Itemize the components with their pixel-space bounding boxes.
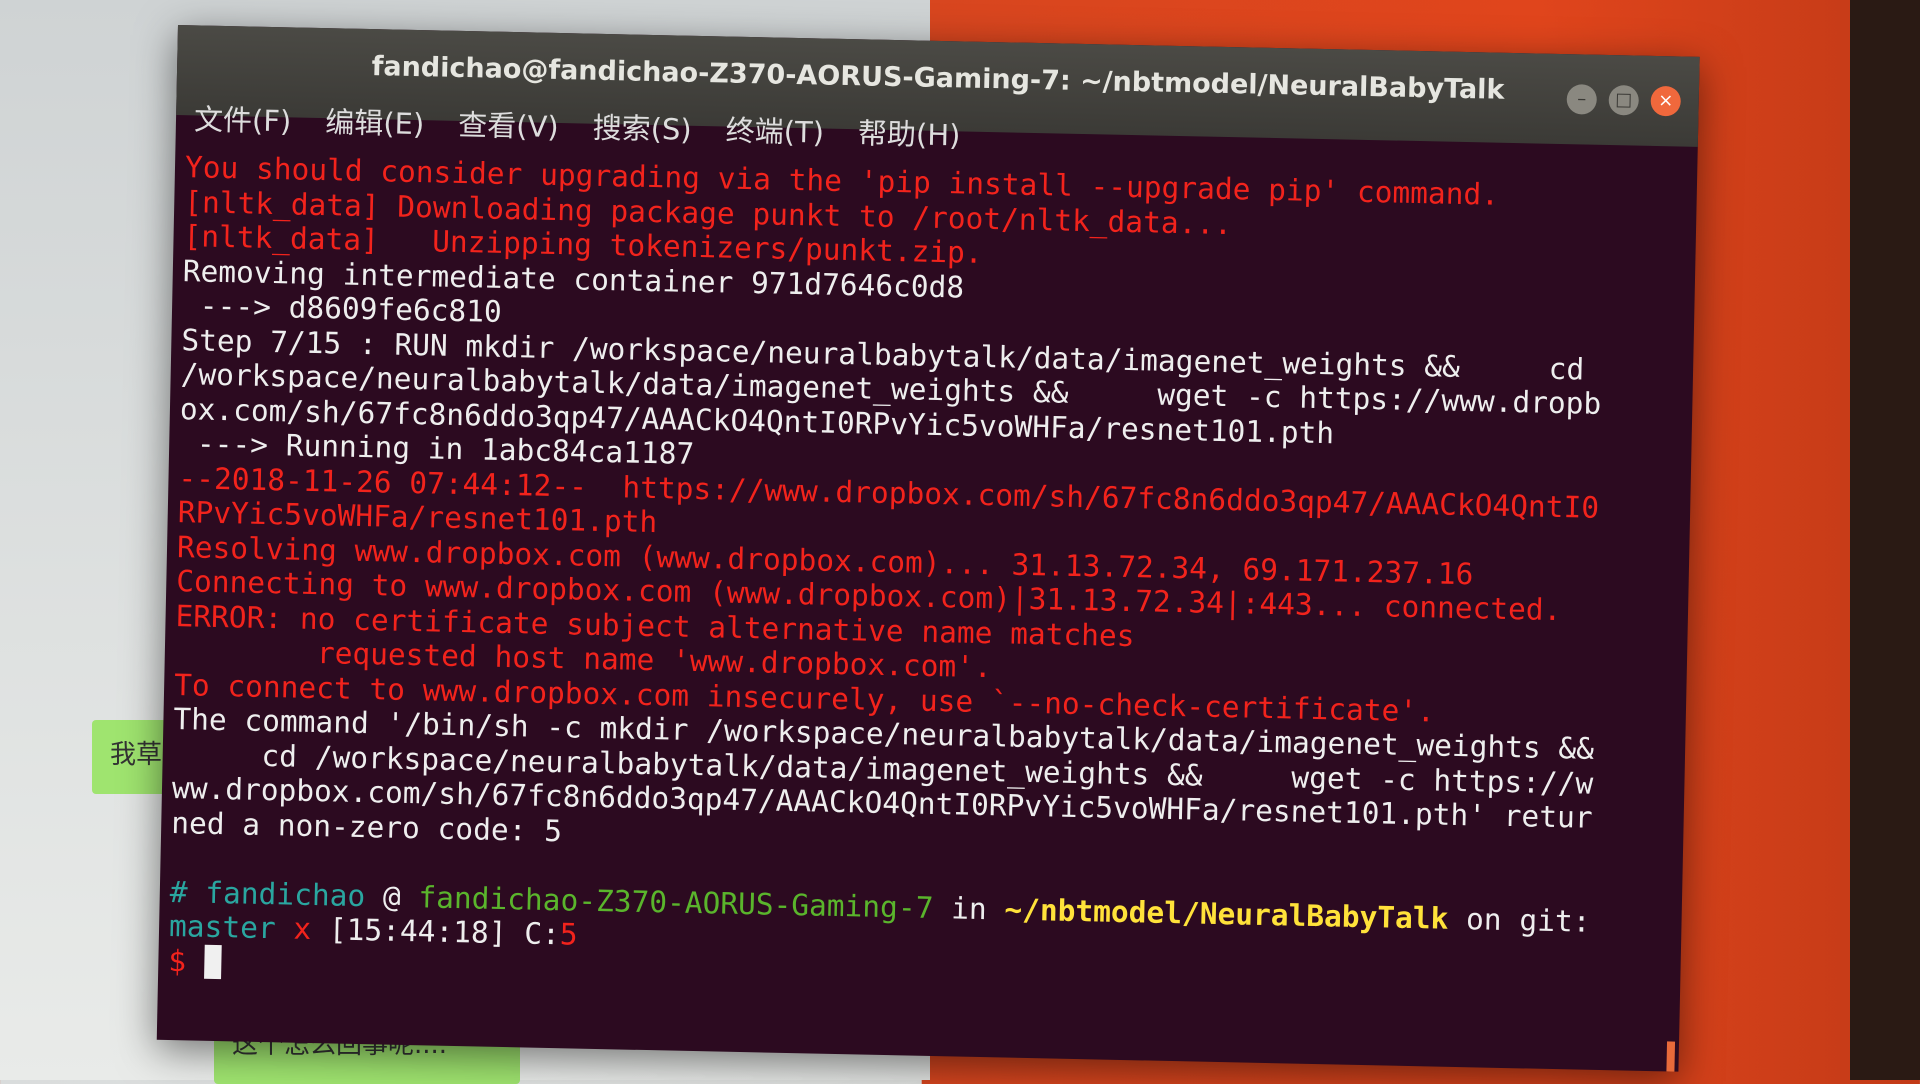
terminal-text: master [168,909,277,946]
terminal-text: on git: [1448,901,1591,939]
text-cursor [203,944,223,979]
monitor-bezel [1850,0,1920,1080]
menu-help[interactable]: 帮助(H) [858,110,961,154]
menu-terminal[interactable]: 终端(T) [725,107,824,151]
terminal-text: [15:44:18] C: [328,912,561,952]
scrollbar[interactable] [1666,1041,1676,1072]
terminal-output[interactable]: You should consider upgrading via the 'p… [157,150,1697,1072]
menu-file[interactable]: 文件(F) [194,96,292,140]
menu-edit[interactable]: 编辑(E) [325,99,425,143]
terminal-text: @ [364,878,419,914]
minimize-button[interactable]: – [1566,84,1598,115]
terminal-text: fandichao [205,875,366,913]
close-button[interactable]: × [1650,85,1682,117]
menu-view[interactable]: 查看(V) [458,102,559,146]
maximize-button[interactable]: □ [1608,84,1640,116]
terminal-text: x [275,911,330,947]
terminal-text: in [933,890,1005,926]
menu-search[interactable]: 搜索(S) [592,105,692,149]
terminal-window: fandichao@fandichao-Z370-AORUS-Gaming-7:… [156,25,1700,1072]
terminal-text: 5 [559,917,578,952]
terminal-text: # [169,874,206,910]
terminal-text: $ [168,943,205,979]
